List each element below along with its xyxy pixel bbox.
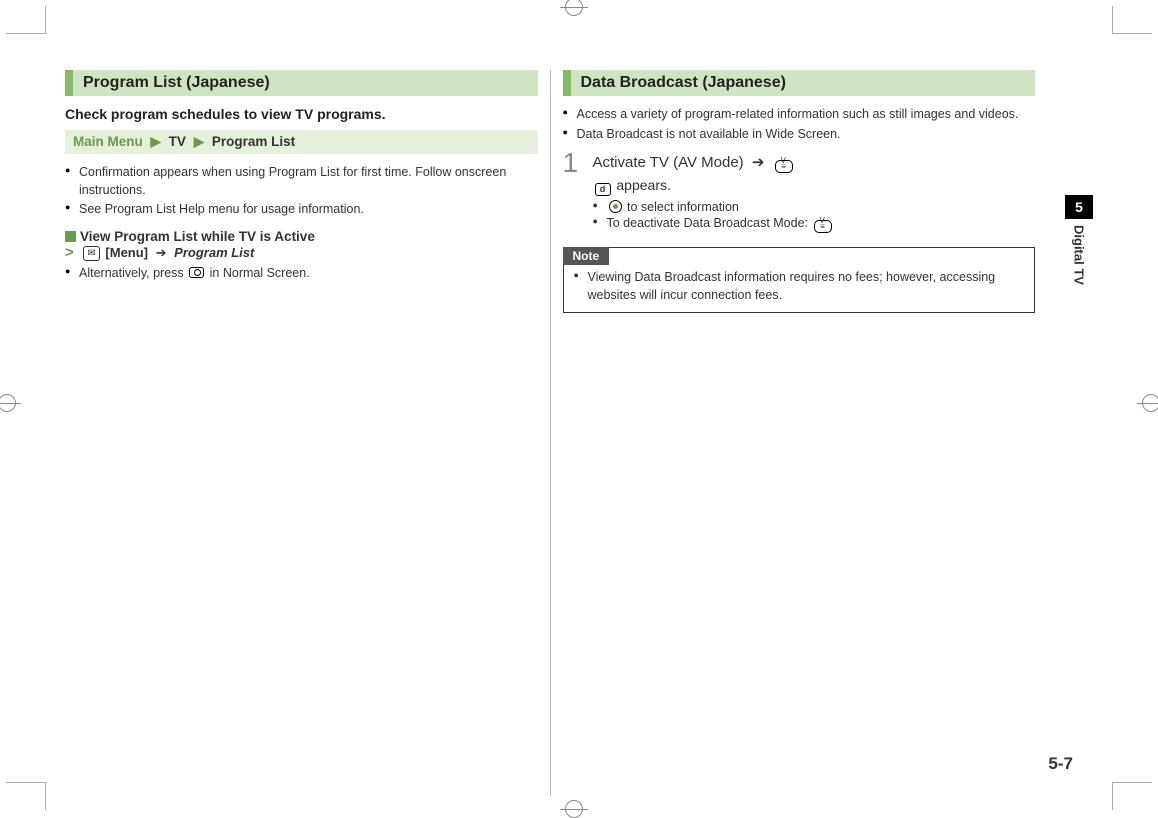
- list-item: See Program List Help menu for usage inf…: [65, 201, 538, 219]
- subsection-title-text: View Program List while TV is Active: [80, 229, 315, 244]
- registration-mark: [565, 800, 583, 818]
- crop-mark: [6, 6, 46, 34]
- list-item: Alternatively, press in Normal Screen.: [65, 265, 538, 283]
- step-appears: d appears.: [593, 177, 1036, 196]
- right-column: Data Broadcast (Japanese) Access a varie…: [550, 70, 1094, 796]
- chapter-label: Digital TV: [1072, 225, 1087, 285]
- nav-key-icon: [609, 200, 622, 213]
- note-box: Note Viewing Data Broadcast information …: [563, 247, 1036, 313]
- note-text: Viewing Data Broadcast information requi…: [574, 269, 1025, 304]
- data-d-icon: d: [595, 183, 611, 196]
- appears-text: appears.: [616, 177, 670, 193]
- registration-mark: [565, 0, 583, 16]
- step-1: 1 Activate TV (AV Mode) ➔ ≡ d appears. t…: [563, 153, 1036, 235]
- step-main-line: Activate TV (AV Mode) ➔ ≡: [593, 153, 1036, 173]
- chapter-number: 5: [1065, 195, 1093, 219]
- arrow-right-icon: ➔: [752, 154, 765, 171]
- crop-mark: [1112, 782, 1152, 810]
- list-item: to select information: [593, 200, 1036, 214]
- left-column: Program List (Japanese) Check program sc…: [65, 70, 550, 796]
- crop-mark: [6, 782, 46, 810]
- breadcrumb-arrow-icon: ▶: [194, 134, 204, 149]
- bullet-list: Access a variety of program-related info…: [563, 106, 1036, 143]
- step-number: 1: [563, 149, 593, 177]
- mail-key-icon: ✉: [83, 246, 99, 261]
- step-body: Activate TV (AV Mode) ➔ ≡ d appears. to …: [593, 153, 1036, 235]
- subsection-path: > ✉ [Menu] ➔ Program List: [65, 244, 538, 261]
- breadcrumb: Main Menu ▶ TV ▶ Program List: [65, 130, 538, 154]
- list-item: To deactivate Data Broadcast Mode: ≡: [593, 216, 1036, 233]
- square-bullet-icon: [65, 231, 76, 242]
- registration-mark: [1142, 394, 1158, 412]
- note-label: Note: [563, 247, 610, 265]
- list-item: Confirmation appears when using Program …: [65, 164, 538, 199]
- breadcrumb-arrow-icon: ▶: [151, 134, 161, 149]
- subsection: View Program List while TV is Active > ✉…: [65, 229, 538, 283]
- bullet-list: Alternatively, press in Normal Screen.: [65, 265, 538, 283]
- arrow-right-icon: ➔: [156, 245, 167, 260]
- crop-mark: [1112, 6, 1152, 34]
- page-number: 5-7: [1048, 754, 1073, 774]
- registration-mark: [0, 394, 16, 412]
- page-content: Program List (Japanese) Check program sc…: [65, 70, 1093, 796]
- camera-key-icon: [189, 267, 204, 278]
- subsection-title: View Program List while TV is Active: [65, 229, 538, 244]
- tv-key-icon: ≡: [814, 220, 832, 233]
- list-item: Data Broadcast is not available in Wide …: [563, 126, 1036, 144]
- path-target: Program List: [174, 245, 254, 260]
- menu-label: [Menu]: [105, 245, 148, 260]
- alt-suffix: in Normal Screen.: [210, 266, 310, 280]
- list-item: Access a variety of program-related info…: [563, 106, 1036, 124]
- section-heading-data-broadcast: Data Broadcast (Japanese): [563, 70, 1036, 96]
- sub-bullet-list: to select information To deactivate Data…: [593, 200, 1036, 233]
- select-info-text: to select information: [627, 200, 739, 214]
- breadcrumb-main: Main Menu: [73, 134, 143, 149]
- side-tab: 5 Digital TV: [1065, 195, 1093, 295]
- note-body: Viewing Data Broadcast information requi…: [564, 265, 1035, 312]
- chevron-icon: >: [65, 244, 74, 261]
- breadcrumb-level3: Program List: [212, 134, 295, 149]
- bullet-list: Confirmation appears when using Program …: [65, 164, 538, 219]
- step-text: Activate TV (AV Mode): [593, 154, 744, 171]
- breadcrumb-level2: TV: [169, 134, 186, 149]
- alt-prefix: Alternatively, press: [79, 266, 184, 280]
- tv-key-icon: ≡: [775, 160, 793, 173]
- section-heading-program-list: Program List (Japanese): [65, 70, 538, 96]
- section-subhead: Check program schedules to view TV progr…: [65, 106, 538, 122]
- deactivate-text: To deactivate Data Broadcast Mode:: [607, 216, 809, 230]
